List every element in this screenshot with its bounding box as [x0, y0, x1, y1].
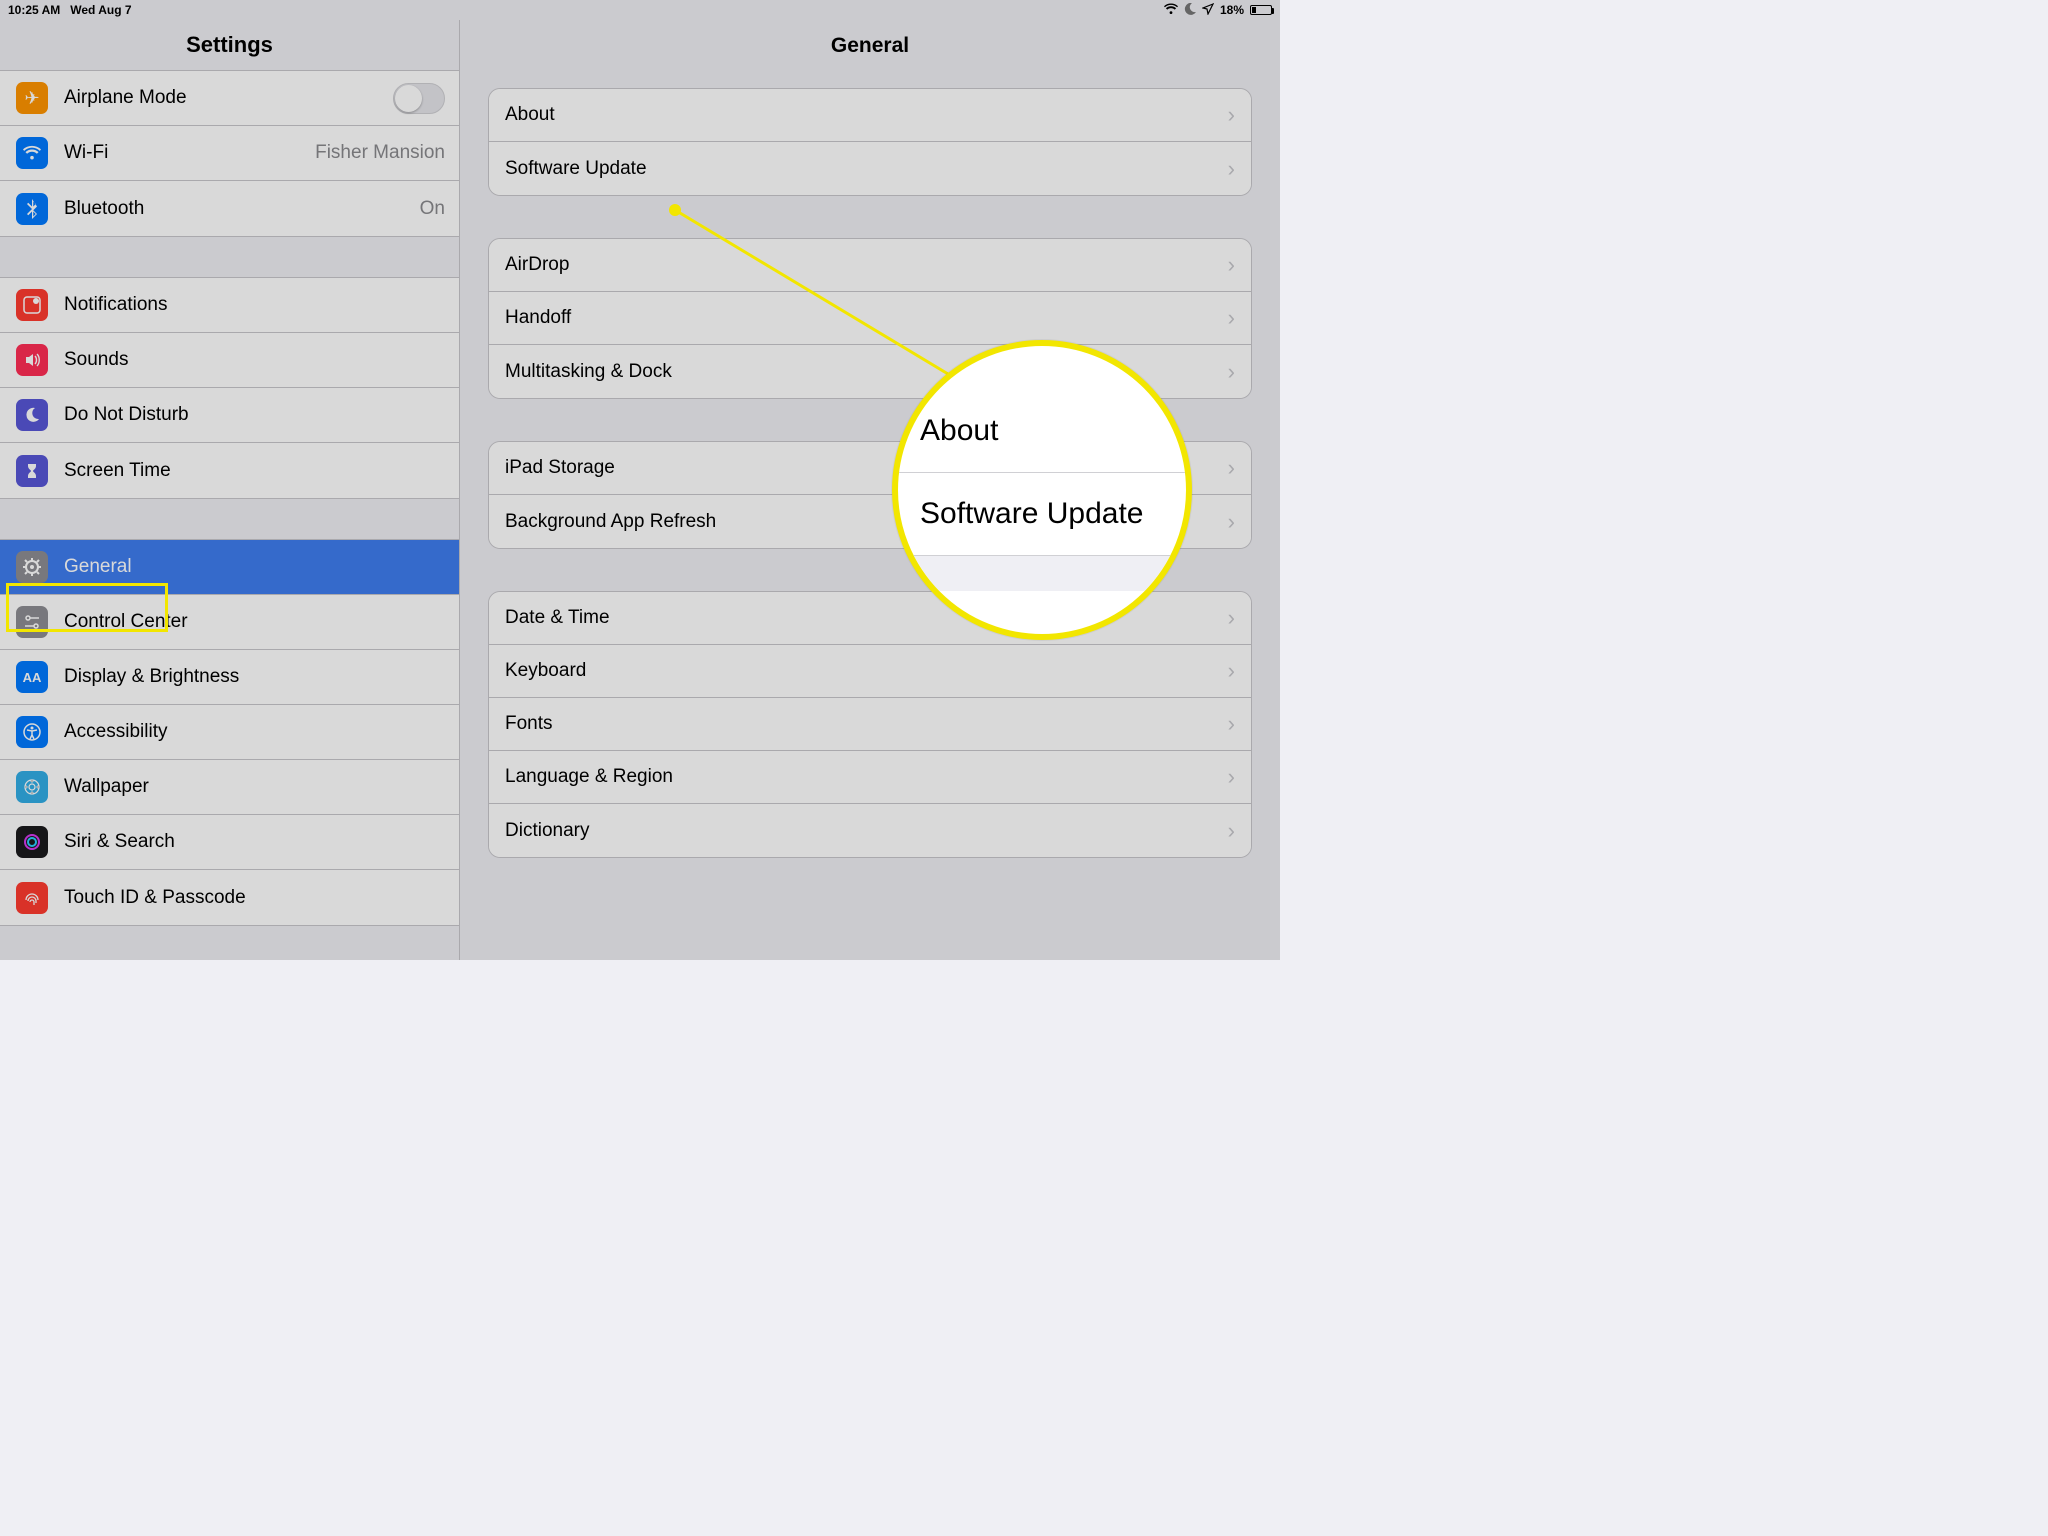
sounds-icon [16, 344, 48, 376]
row-software-update[interactable]: Software Update› [489, 142, 1251, 195]
battery-percent: 18% [1220, 3, 1244, 17]
sidebar-item-siri[interactable]: Siri & Search [0, 815, 459, 870]
sidebar-item-label: Wallpaper [64, 776, 459, 798]
row-label: Keyboard [505, 660, 1228, 682]
chevron-right-icon: › [1228, 305, 1235, 331]
row-label: Fonts [505, 713, 1228, 735]
row-keyboard[interactable]: Keyboard› [489, 645, 1251, 698]
sidebar-item-wallpaper[interactable]: Wallpaper [0, 760, 459, 815]
sidebar-item-accessibility[interactable]: Accessibility [0, 705, 459, 760]
row-label: AirDrop [505, 254, 1228, 276]
row-label: Handoff [505, 307, 1228, 329]
wifi-icon [1164, 3, 1178, 18]
wifi-value: Fisher Mansion [315, 142, 459, 164]
siri-icon [16, 826, 48, 858]
chevron-right-icon: › [1228, 252, 1235, 278]
airplane-toggle[interactable] [393, 83, 445, 114]
sidebar-item-display[interactable]: AA Display & Brightness [0, 650, 459, 705]
group-date: Date & Time› Keyboard› Fonts› Language &… [488, 591, 1252, 858]
callout-label: About [920, 414, 998, 448]
row-fonts[interactable]: Fonts› [489, 698, 1251, 751]
chevron-right-icon: › [1228, 818, 1235, 844]
settings-sidebar: Settings ✈ Airplane Mode Wi-Fi Fisher Ma… [0, 20, 460, 960]
display-icon: AA [16, 661, 48, 693]
sidebar-item-label: Siri & Search [64, 831, 459, 853]
sidebar-item-screentime[interactable]: Screen Time [0, 443, 459, 498]
dnd-moon-icon [1184, 3, 1196, 18]
sidebar-title: Settings [0, 20, 459, 70]
wallpaper-icon [16, 771, 48, 803]
detail-title: General [460, 20, 1280, 88]
sidebar-item-label: Notifications [64, 294, 459, 316]
chevron-right-icon: › [1228, 509, 1235, 535]
row-label: Dictionary [505, 820, 1228, 842]
accessibility-icon [16, 716, 48, 748]
controlcenter-icon [16, 606, 48, 638]
row-label: Software Update [505, 158, 1228, 180]
general-icon [16, 551, 48, 583]
sidebar-item-label: Control Center [64, 611, 459, 633]
status-time: 10:25 AM [8, 3, 60, 17]
sidebar-item-label: Wi-Fi [64, 142, 315, 164]
sidebar-item-controlcenter[interactable]: Control Center [0, 595, 459, 650]
sidebar-item-general[interactable]: General [0, 540, 459, 595]
sidebar-item-label: Airplane Mode [64, 87, 393, 109]
row-label: Language & Region [505, 766, 1228, 788]
sidebar-item-wifi[interactable]: Wi-Fi Fisher Mansion [0, 126, 459, 181]
dnd-icon [16, 399, 48, 431]
sidebar-item-dnd[interactable]: Do Not Disturb [0, 388, 459, 443]
sidebar-item-label: Screen Time [64, 460, 459, 482]
group-about: About› Software Update› [488, 88, 1252, 196]
sidebar-item-bluetooth[interactable]: Bluetooth On [0, 181, 459, 236]
callout-row-software: Software Update [898, 473, 1186, 555]
sidebar-item-touchid[interactable]: Touch ID & Passcode [0, 870, 459, 925]
bluetooth-value: On [420, 198, 459, 220]
chevron-right-icon: › [1228, 359, 1235, 385]
row-language[interactable]: Language & Region› [489, 751, 1251, 804]
chevron-right-icon: › [1228, 156, 1235, 182]
row-airdrop[interactable]: AirDrop› [489, 239, 1251, 292]
sidebar-item-label: Sounds [64, 349, 459, 371]
notifications-icon [16, 289, 48, 321]
sidebar-item-notifications[interactable]: Notifications [0, 278, 459, 333]
sidebar-item-sounds[interactable]: Sounds [0, 333, 459, 388]
callout-row-about: About [898, 390, 1186, 472]
chevron-right-icon: › [1228, 711, 1235, 737]
airplane-icon: ✈ [16, 82, 48, 114]
touchid-icon [16, 882, 48, 914]
row-label: About [505, 104, 1228, 126]
sidebar-item-airplane[interactable]: ✈ Airplane Mode [0, 71, 459, 126]
battery-icon [1250, 5, 1272, 15]
chevron-right-icon: › [1228, 102, 1235, 128]
chevron-right-icon: › [1228, 764, 1235, 790]
sidebar-item-label: General [64, 556, 459, 578]
chevron-right-icon: › [1228, 658, 1235, 684]
callout-label: Software Update [920, 497, 1143, 531]
chevron-right-icon: › [1228, 605, 1235, 631]
sidebar-item-label: Touch ID & Passcode [64, 887, 459, 909]
sidebar-item-label: Do Not Disturb [64, 404, 459, 426]
bluetooth-icon [16, 193, 48, 225]
row-dictionary[interactable]: Dictionary› [489, 804, 1251, 857]
chevron-right-icon: › [1228, 455, 1235, 481]
location-icon [1202, 3, 1214, 18]
sidebar-item-label: Display & Brightness [64, 666, 459, 688]
row-handoff[interactable]: Handoff› [489, 292, 1251, 345]
sidebar-item-label: Accessibility [64, 721, 459, 743]
screentime-icon [16, 455, 48, 487]
status-bar: 10:25 AM Wed Aug 7 18% [0, 0, 1280, 20]
magnifier-callout: About Software Update [892, 340, 1192, 640]
row-about[interactable]: About› [489, 89, 1251, 142]
sidebar-item-label: Bluetooth [64, 198, 420, 220]
wifi-row-icon [16, 137, 48, 169]
status-date: Wed Aug 7 [70, 3, 131, 17]
